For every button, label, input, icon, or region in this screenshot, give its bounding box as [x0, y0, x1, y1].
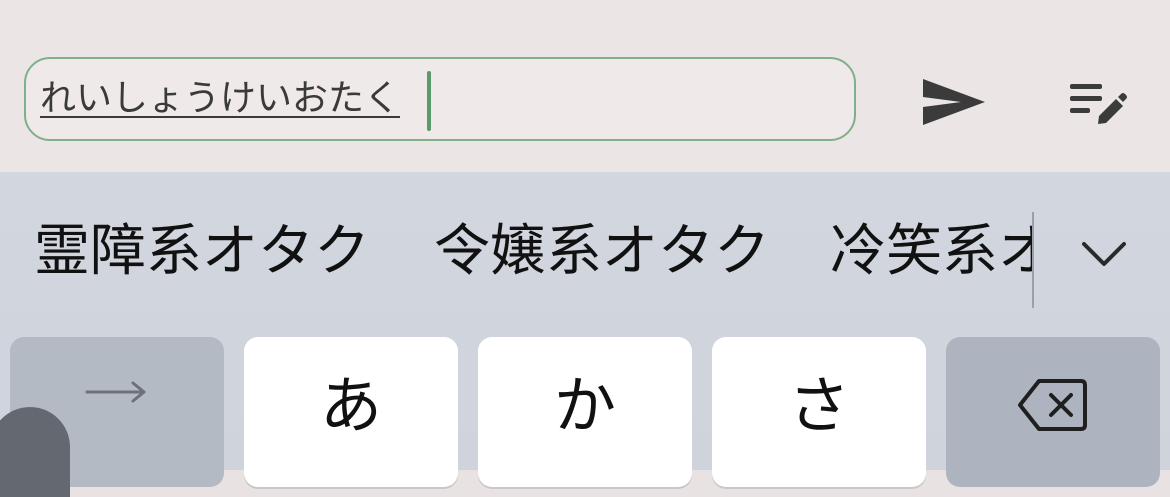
notes-edit-button[interactable] — [1060, 66, 1136, 142]
kana-key-sa-label: さ — [787, 369, 850, 442]
kana-key-ka-label: か — [553, 369, 616, 442]
delete-key[interactable] — [946, 337, 1160, 487]
send-icon — [923, 79, 985, 125]
kana-key-a-label: あ — [319, 369, 382, 442]
floating-overlay-edge — [0, 407, 70, 497]
message-composer: れいしょうけいおたく — [0, 0, 1170, 172]
message-input-text: れいしょうけいおたく — [40, 78, 401, 119]
text-caret — [427, 71, 431, 131]
arrow-right-icon — [85, 381, 146, 403]
candidate-3[interactable]: 冷笑系オ — [830, 220, 1032, 284]
send-button[interactable] — [914, 62, 994, 142]
candidate-2[interactable]: 令嬢系オタク — [434, 220, 770, 284]
kana-key-sa[interactable]: さ — [712, 337, 926, 487]
delete-backspace-icon — [1018, 379, 1087, 431]
candidate-1[interactable]: 霊障系オタク — [34, 220, 370, 284]
conversion-candidates-bar: 霊障系オタク 令嬢系オタク 冷笑系オ — [0, 172, 1170, 332]
expand-candidates-button[interactable] — [1068, 224, 1140, 284]
edit-notes-icon — [1070, 84, 1127, 124]
message-input[interactable]: れいしょうけいおたく — [24, 57, 856, 141]
japanese-keyboard: 霊障系オタク 令嬢系オタク 冷笑系オ あ か さ — [0, 172, 1170, 497]
candidate-divider — [1032, 212, 1034, 308]
chevron-down-icon — [1082, 242, 1126, 266]
kana-key-a[interactable]: あ — [244, 337, 458, 487]
kana-key-ka[interactable]: か — [478, 337, 692, 487]
